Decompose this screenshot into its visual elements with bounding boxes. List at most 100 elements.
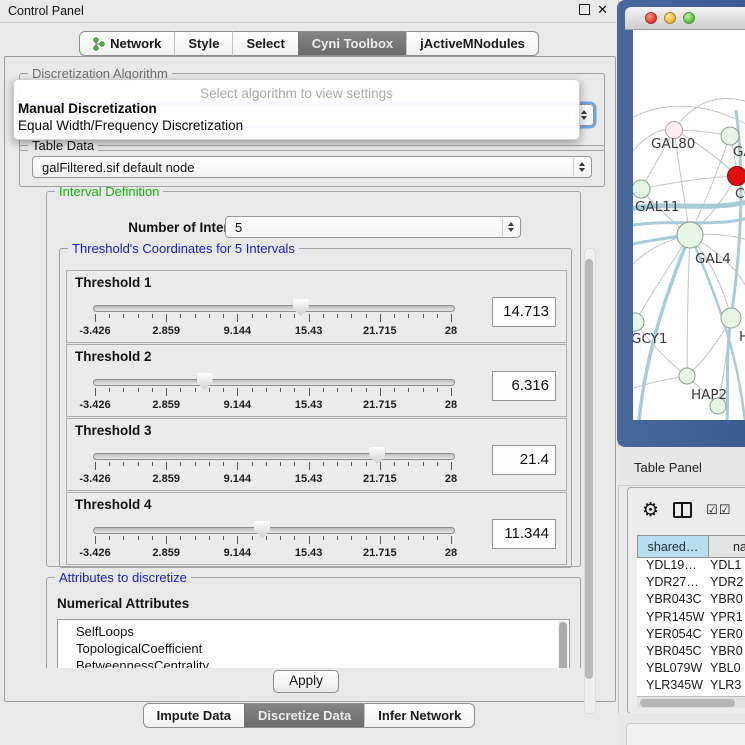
- zoom-traffic-light[interactable]: [683, 12, 695, 24]
- table-horizontal-scrollbar[interactable]: [637, 696, 745, 708]
- network-node[interactable]: [721, 127, 739, 145]
- cell-shared-name: YBR043C: [637, 592, 710, 606]
- table-row[interactable]: YBR043CYBR0: [637, 592, 745, 609]
- close-traffic-light[interactable]: [645, 12, 657, 24]
- control-panel-titlebar: Control Panel ✕: [0, 0, 618, 23]
- tab-style[interactable]: Style: [174, 31, 232, 56]
- threshold-3-slider[interactable]: -3.4262.8599.14415.4321.71528: [93, 447, 453, 487]
- table-row[interactable]: YLR345WYLR3: [637, 678, 745, 695]
- table-panel: ⚙ ☑☑ shared… na YDL19…YDL1YDR27…YDR2YBR0…: [627, 487, 745, 714]
- threshold-4-slider[interactable]: -3.4262.8599.14415.4321.71528: [93, 521, 453, 561]
- cell-shared-name: YBL079W: [637, 661, 710, 675]
- network-node[interactable]: [679, 368, 695, 384]
- num-intervals-combobox[interactable]: 5: [225, 216, 521, 238]
- table-data-combobox[interactable]: galFiltered.sif default node: [32, 156, 592, 178]
- table-rows: YDL19…YDL1YDR27…YDR2YBR043CYBR0YPR145WYP…: [637, 558, 745, 696]
- cell-shared-name: YPR145W: [637, 610, 710, 624]
- gear-icon[interactable]: ⚙: [642, 501, 659, 520]
- slider-ticks: [95, 388, 451, 397]
- threshold-3-value-field[interactable]: 21.4: [492, 445, 556, 475]
- network-node[interactable]: [721, 308, 741, 328]
- threshold-1-value-field[interactable]: 14.713: [492, 297, 556, 327]
- network-node[interactable]: [633, 180, 650, 198]
- dropdown-item-manual-discretization[interactable]: Manual Discretization: [14, 101, 579, 118]
- table-row[interactable]: YDR27…YDR2: [637, 575, 745, 592]
- cell-shared-name: YBR045C: [637, 644, 710, 658]
- node-label: GA: [733, 144, 745, 160]
- threshold-4-value-field[interactable]: 11.344: [492, 519, 556, 549]
- num-intervals-value: 5: [235, 220, 242, 235]
- node-label: GAL11: [635, 199, 679, 215]
- list-scrollbar[interactable]: [558, 621, 568, 668]
- minimize-traffic-light[interactable]: [664, 12, 676, 24]
- slider-track: [93, 453, 455, 460]
- table-row[interactable]: YDL19…YDL1: [637, 558, 745, 575]
- settings-vertical-scrollbar[interactable]: [584, 248, 596, 714]
- tab-label: Network: [110, 35, 161, 52]
- tick-label: 28: [445, 547, 457, 559]
- tick-label: 2.859: [152, 473, 180, 485]
- tab-discretize-data[interactable]: Discretize Data: [244, 703, 364, 728]
- list-item[interactable]: TopologicalCoefficient: [58, 640, 569, 657]
- table-row[interactable]: YBL079WYBL0: [637, 661, 745, 678]
- tab-cyni-toolbox[interactable]: Cyni Toolbox: [298, 31, 406, 56]
- network-node[interactable]: [633, 313, 644, 331]
- table-row[interactable]: YER054CYER0: [637, 627, 745, 644]
- node-label: GAL80: [651, 136, 695, 152]
- cell-name: YPR1: [710, 610, 743, 624]
- tick-label: 2.859: [152, 547, 180, 559]
- table-panel-header: Table Panel: [618, 447, 745, 486]
- network-icon: [93, 37, 105, 51]
- tab-jactivemnodules[interactable]: jActiveMNodules: [406, 31, 539, 56]
- network-window-titlebar[interactable]: [625, 7, 745, 30]
- threshold-2-value-field[interactable]: 6.316: [492, 371, 556, 401]
- table-row[interactable]: YPR145WYPR1: [637, 610, 745, 627]
- tick-label: 15.43: [295, 473, 323, 485]
- threshold-2-slider[interactable]: -3.4262.8599.14415.4321.71528: [93, 373, 453, 413]
- cell-shared-name: YDL19…: [637, 558, 710, 572]
- table-row[interactable]: YBR045CYBR0: [637, 644, 745, 661]
- tab-label: Discretize Data: [258, 707, 351, 724]
- threshold-panel-3: Threshold 3-3.4262.8599.14415.4321.71528…: [66, 418, 567, 491]
- threshold-1-slider[interactable]: -3.4262.8599.14415.4321.71528: [93, 299, 453, 339]
- tick-label: 28: [445, 399, 457, 411]
- tick-label: 28: [445, 473, 457, 485]
- apply-button[interactable]: Apply: [273, 670, 339, 693]
- attributes-group: Attributes to discretize Numerical Attri…: [46, 577, 581, 668]
- tick-label: 9.144: [224, 473, 252, 485]
- list-item[interactable]: SelfLoops: [58, 623, 569, 640]
- checkbox-checked-icons[interactable]: ☑☑: [706, 503, 731, 518]
- tab-impute-data[interactable]: Impute Data: [143, 703, 244, 728]
- column-header-name[interactable]: na: [708, 535, 745, 558]
- slider-track: [93, 527, 455, 534]
- slider-tick-labels: -3.4262.8599.14415.4321.71528: [95, 399, 451, 411]
- slider-tick-labels: -3.4262.8599.14415.4321.71528: [95, 473, 451, 485]
- cell-name: YER0: [710, 627, 743, 641]
- float-icon[interactable]: [579, 4, 590, 15]
- tab-infer-network[interactable]: Infer Network: [364, 703, 475, 728]
- close-icon[interactable]: ✕: [597, 3, 608, 16]
- tab-select[interactable]: Select: [232, 31, 297, 56]
- table-panel-footer: [618, 713, 745, 745]
- slider-track: [93, 305, 455, 312]
- column-header-shared-name[interactable]: shared…: [637, 535, 709, 558]
- network-view-window: GAL80GACGAL11GAL4GCY1HHAP2: [617, 0, 745, 447]
- list-item[interactable]: BetweennessCentrality: [58, 657, 569, 668]
- numerical-attributes-list[interactable]: SelfLoopsTopologicalCoefficientBetweenne…: [57, 619, 570, 668]
- split-view-icon[interactable]: [673, 502, 692, 518]
- tab-network[interactable]: Network: [79, 31, 174, 56]
- dropdown-item-equal-width-frequency[interactable]: Equal Width/Frequency Discretization: [14, 118, 579, 135]
- threshold-panel-1: Threshold 1-3.4262.8599.14415.4321.71528…: [66, 270, 567, 343]
- tab-label: Cyni Toolbox: [312, 35, 393, 52]
- network-node[interactable]: [728, 167, 745, 186]
- tick-label: 21.715: [363, 325, 397, 337]
- threshold-panel-2: Threshold 2-3.4262.8599.14415.4321.71528…: [66, 344, 567, 417]
- threshold-label: Threshold 4: [75, 497, 152, 512]
- network-canvas[interactable]: GAL80GACGAL11GAL4GCY1HHAP2: [633, 30, 745, 420]
- cell-name: YBR0: [710, 592, 743, 606]
- numerical-attributes-label: Numerical Attributes: [57, 596, 189, 611]
- network-node[interactable]: [677, 222, 703, 248]
- slider-ticks: [95, 314, 451, 323]
- tick-label: 21.715: [363, 473, 397, 485]
- tick-label: -3.426: [79, 473, 110, 485]
